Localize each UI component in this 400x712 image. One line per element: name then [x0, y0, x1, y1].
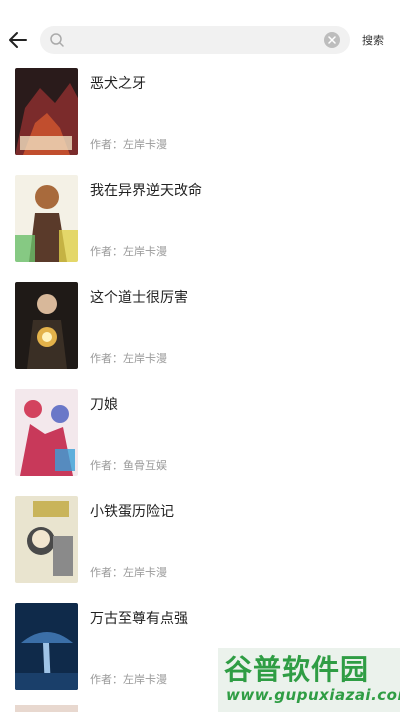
book-author: 作者：左岸卡漫 [90, 245, 167, 258]
book-title: 小铁蛋历险记 [90, 504, 174, 520]
search-icon [50, 33, 64, 47]
clear-search-button[interactable] [324, 32, 340, 48]
book-cover [15, 496, 78, 583]
arrow-left-icon [9, 32, 27, 48]
list-item[interactable]: 这个道士很厉害 作者：左岸卡漫 [0, 280, 400, 386]
book-author: 作者：左岸卡漫 [90, 138, 167, 151]
book-author: 作者：左岸卡漫 [90, 352, 167, 365]
list-item[interactable]: 小铁蛋历险记 作者：左岸卡漫 [0, 494, 400, 600]
book-author: 作者：左岸卡漫 [90, 566, 167, 579]
book-title: 这个道士很厉害 [90, 290, 188, 306]
watermark-url: www.gupuxiazai.com [226, 686, 400, 704]
watermark-logo-text: 谷普软件园 [224, 653, 370, 686]
book-cover [15, 68, 78, 155]
book-title: 我在异界逆天改命 [90, 183, 202, 199]
back-button[interactable] [6, 28, 30, 52]
book-title: 刀娘 [90, 397, 118, 413]
book-cover-partial [15, 705, 78, 712]
book-author: 作者：鱼骨互娱 [90, 459, 167, 472]
book-cover [15, 603, 78, 690]
search-box[interactable] [40, 26, 350, 54]
book-cover [15, 175, 78, 262]
list-item[interactable]: 我在异界逆天改命 作者：左岸卡漫 [0, 173, 400, 279]
search-button[interactable]: 搜索 [362, 32, 384, 48]
book-cover [15, 282, 78, 369]
close-icon [328, 36, 336, 44]
list-item[interactable]: 恶犬之牙 作者：左岸卡漫 [0, 66, 400, 172]
list-item[interactable]: 刀娘 作者：鱼骨互娱 [0, 387, 400, 493]
search-input[interactable] [70, 26, 320, 54]
book-author: 作者：左岸卡漫 [90, 673, 167, 686]
book-title: 万古至尊有点强 [90, 611, 188, 627]
book-title: 恶犬之牙 [90, 76, 146, 92]
book-cover [15, 389, 78, 476]
